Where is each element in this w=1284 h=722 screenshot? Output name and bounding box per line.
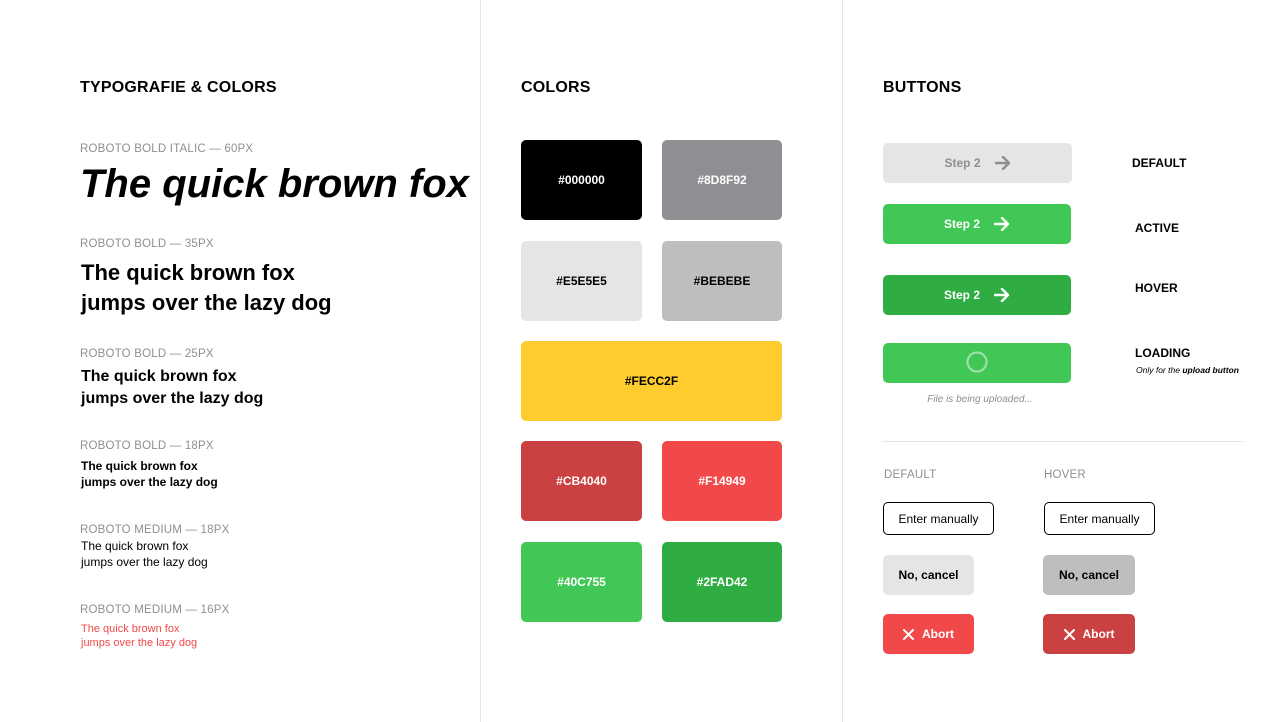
- sample-text-18-medium: The quick brown fox jumps over the lazy …: [81, 538, 208, 570]
- loading-note-strong: upload button: [1182, 365, 1239, 375]
- state-label-hover: HOVER: [1135, 281, 1178, 295]
- abort-button-default[interactable]: Abort: [883, 614, 974, 654]
- step-button-active[interactable]: Step 2: [883, 204, 1071, 244]
- swatch-black: #000000: [521, 140, 642, 220]
- spinner-icon: [965, 350, 989, 377]
- buttons-divider: [883, 441, 1243, 442]
- step-button-hover[interactable]: Step 2: [883, 275, 1071, 315]
- swatch-gray: #8D8F92: [662, 140, 782, 220]
- loading-note: Only for the upload button: [1136, 365, 1239, 375]
- sample-meta: ROBOTO BOLD — 18PX: [80, 440, 214, 452]
- arrow-right-icon: [994, 217, 1010, 231]
- step-button-label: Step 2: [944, 156, 981, 170]
- close-icon: [903, 628, 914, 640]
- step-button-label: Step 2: [943, 217, 980, 231]
- upload-button-loading[interactable]: [883, 343, 1071, 383]
- sample-text-35: The quick brown fox jumps over the lazy …: [81, 258, 332, 318]
- no-cancel-button-hover[interactable]: No, cancel: [1043, 555, 1135, 595]
- no-cancel-button-default[interactable]: No, cancel: [883, 555, 974, 595]
- sample-line: jumps over the lazy dog: [81, 390, 264, 407]
- sample-meta: ROBOTO BOLD ITALIC — 60PX: [80, 143, 254, 155]
- swatch-dark-red: #CB4040: [521, 441, 642, 521]
- swatch-green: #40C755: [521, 542, 642, 622]
- sample-text-18-bold: The quick brown fox jumps over the lazy …: [81, 458, 218, 490]
- sample-line: The quick brown fox: [81, 623, 180, 635]
- step-button-default[interactable]: Step 2: [883, 143, 1072, 183]
- sample-text-25: The quick brown fox jumps over the lazy …: [81, 366, 263, 410]
- sample-meta: ROBOTO BOLD — 25PX: [80, 348, 214, 360]
- sample-meta: ROBOTO MEDIUM — 16PX: [80, 604, 230, 616]
- arrow-right-icon: [994, 156, 1011, 170]
- loading-note-prefix: Only for the: [1136, 365, 1183, 375]
- swatch-dark-green: #2FAD42: [662, 542, 782, 622]
- abort-label: Abort: [922, 627, 954, 641]
- swatch-silver: #BEBEBE: [662, 241, 782, 321]
- enter-manually-button-default[interactable]: Enter manually: [883, 502, 994, 535]
- enter-manually-button-hover[interactable]: Enter manually: [1044, 502, 1155, 535]
- sample-line: The quick brown fox: [81, 539, 189, 553]
- arrow-right-icon: [994, 288, 1010, 302]
- sample-line: The quick brown fox: [81, 459, 198, 473]
- sample-line: The quick brown fox: [81, 260, 295, 285]
- abort-button-hover[interactable]: Abort: [1043, 614, 1135, 654]
- uploading-text: File is being uploaded...: [927, 394, 1033, 405]
- divider-left: [480, 0, 481, 722]
- swatch-light-gray: #E5E5E5: [521, 241, 642, 321]
- sample-meta: ROBOTO MEDIUM — 18PX: [80, 524, 230, 536]
- swatch-yellow: #FECC2F: [521, 341, 782, 421]
- divider-right: [842, 0, 843, 722]
- sample-line: The quick brown fox: [81, 368, 237, 385]
- state-label-loading: LOADING: [1135, 346, 1191, 360]
- sample-line: The quick brown fox: [80, 162, 469, 206]
- sample-line: jumps over the lazy dog: [81, 555, 208, 569]
- buttons-title: BUTTONS: [883, 79, 962, 96]
- sample-meta: ROBOTO BOLD — 35PX: [80, 238, 214, 250]
- swatch-red: #F14949: [662, 441, 782, 521]
- column-label-default: DEFAULT: [884, 469, 937, 481]
- column-label-hover: HOVER: [1044, 469, 1086, 481]
- sample-line: jumps over the lazy dog: [81, 637, 198, 649]
- close-icon: [1063, 628, 1075, 640]
- state-label-active: ACTIVE: [1135, 221, 1180, 235]
- sample-line: jumps over the lazy dog: [81, 290, 332, 315]
- colors-title: COLORS: [521, 79, 591, 96]
- state-label-default: DEFAULT: [1132, 156, 1187, 170]
- abort-label: Abort: [1082, 627, 1115, 641]
- step-button-label: Step 2: [943, 288, 980, 302]
- sample-line: jumps over the lazy dog: [81, 475, 218, 489]
- typography-title: TYPOGRAFIE & COLORS: [80, 79, 277, 96]
- sample-text-60: The quick brown fox: [80, 158, 469, 210]
- sample-text-16-medium: The quick brown fox jumps over the lazy …: [81, 622, 197, 650]
